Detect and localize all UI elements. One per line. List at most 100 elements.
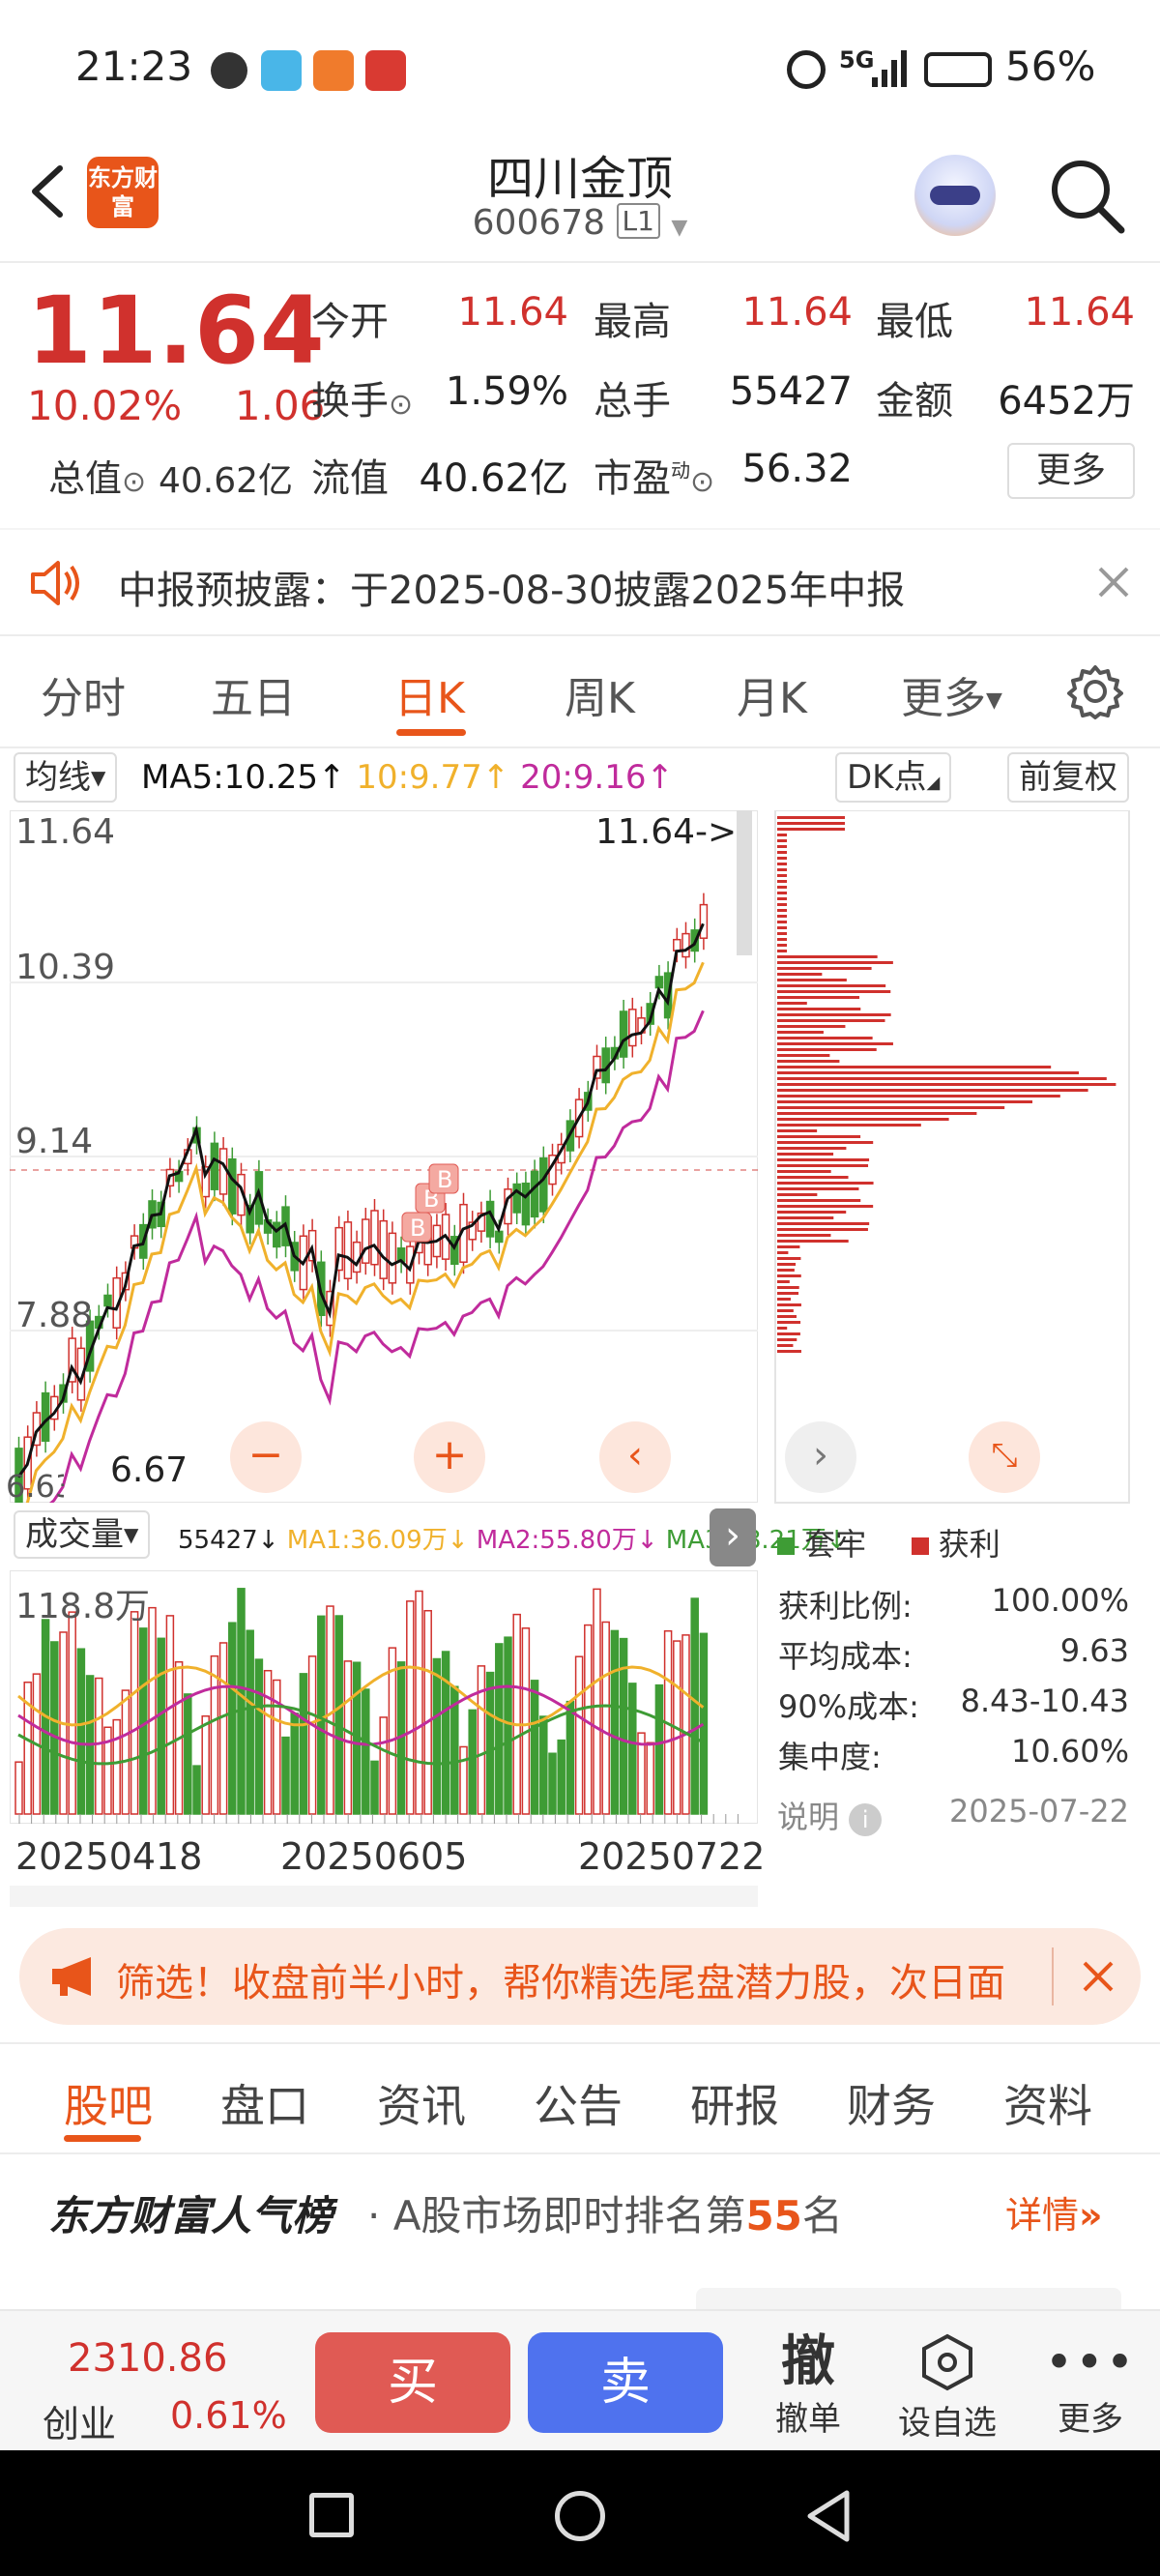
- expand-icon[interactable]: ⤡: [969, 1421, 1040, 1493]
- chip-bar: [777, 1008, 861, 1010]
- volume-bar: [539, 1715, 548, 1815]
- chip-bar: [777, 926, 787, 929]
- popularity-detail-link[interactable]: 详情»: [1005, 2185, 1103, 2239]
- chip-bar: [777, 961, 893, 964]
- open-value: 11.64: [457, 290, 568, 335]
- header-divider: [0, 261, 1160, 263]
- volume-bar: [14, 1761, 23, 1815]
- home-icon[interactable]: [555, 2491, 605, 2541]
- chip-note[interactable]: 说明 i: [777, 1793, 883, 1837]
- tab-intraday[interactable]: 分时: [41, 663, 126, 725]
- profit-ratio-label: 获利比例:: [778, 1588, 913, 1625]
- close-icon[interactable]: [1096, 565, 1131, 600]
- float-cap-label: 流值: [311, 456, 389, 501]
- chip-bar: [777, 1095, 1060, 1098]
- chip-bar: [777, 1187, 859, 1190]
- volume-bar: [201, 1714, 210, 1815]
- chip-bar: [777, 1245, 800, 1248]
- volume-bar: [246, 1629, 254, 1815]
- volume-bar: [192, 1765, 201, 1815]
- candle: [512, 1183, 521, 1214]
- tab-weekly-k[interactable]: 周K: [565, 663, 635, 725]
- tab-order-book[interactable]: 盘口: [220, 2071, 309, 2135]
- promo-banner[interactable]: 筛选！收盘前半小时，帮你精选尾盘潜力股，次日面: [19, 1928, 1141, 2025]
- volume-bar: [628, 1683, 637, 1815]
- search-icon[interactable]: [1046, 155, 1127, 236]
- ma-selector[interactable]: 均线▼: [14, 752, 118, 803]
- pe-value: 56.32: [741, 447, 853, 491]
- add-watchlist-button[interactable]: 设自选: [889, 2332, 1005, 2444]
- chevron-down-icon: ▼: [671, 216, 688, 240]
- quote-more-button[interactable]: 更多: [1007, 443, 1135, 499]
- vol-ma2-readout: MA2:55.80万↓: [476, 1526, 658, 1555]
- megaphone-icon: [52, 1957, 91, 1996]
- cost-90-value: 8.43-10.43: [960, 1683, 1129, 1719]
- date-label-2: 20250605: [280, 1835, 468, 1878]
- chip-bar: [777, 1199, 861, 1202]
- chip-bar: [777, 1251, 789, 1254]
- dk-point-button[interactable]: DK点◢: [835, 752, 952, 803]
- candle: [273, 1221, 281, 1248]
- bottom-active-indicator: [64, 2135, 141, 2142]
- candle: [619, 1010, 628, 1058]
- chip-bar: [777, 1280, 790, 1283]
- volume-bar: [281, 1736, 290, 1815]
- index-value[interactable]: 2310.86: [68, 2336, 227, 2381]
- candle: [682, 932, 690, 958]
- zoom-out-button[interactable]: −: [230, 1421, 302, 1493]
- volume-bar: [237, 1588, 246, 1815]
- amount-value: 6452万: [998, 379, 1135, 424]
- scroll-left-button[interactable]: ‹: [599, 1421, 671, 1493]
- chip-bar: [777, 938, 787, 941]
- tab-financials[interactable]: 财务: [847, 2071, 936, 2135]
- signal-5g-icon: 5G: [839, 46, 875, 73]
- back-icon[interactable]: [804, 2489, 853, 2543]
- chip-bar: [777, 921, 787, 923]
- chip-bar: [777, 1240, 849, 1243]
- chip-bar: [777, 1083, 1116, 1086]
- profit-ratio-value: 100.00%: [991, 1582, 1129, 1619]
- concentration-label: 集中度:: [778, 1739, 882, 1775]
- tab-guba[interactable]: 股吧: [64, 2071, 153, 2135]
- adjust-button[interactable]: 前复权: [1007, 752, 1129, 803]
- tab-news[interactable]: 资讯: [377, 2071, 466, 2135]
- candle: [103, 1294, 112, 1307]
- trade-more-button[interactable]: ••• 更多: [1032, 2332, 1148, 2440]
- volume-bar: [646, 1742, 654, 1815]
- kline-chart[interactable]: BBB: [10, 810, 758, 1503]
- tab-research[interactable]: 研报: [690, 2071, 779, 2135]
- chip-bar: [777, 1129, 818, 1132]
- robot-assistant-avatar[interactable]: [914, 155, 996, 236]
- gear-icon[interactable]: [1067, 663, 1123, 719]
- chip-bar: [777, 979, 847, 981]
- tab-five-day[interactable]: 五日: [211, 663, 296, 725]
- chip-bar: [777, 1292, 799, 1295]
- chevron-right-button[interactable]: ›: [785, 1421, 856, 1493]
- candle: [379, 1219, 388, 1279]
- chip-bar: [777, 1315, 797, 1318]
- cancel-order-button[interactable]: 撤 撤单: [750, 2332, 866, 2440]
- tab-daily-k[interactable]: 日K: [394, 663, 465, 725]
- notice-bar[interactable]: 中报预披露：于2025-08-30披露2025年中报: [0, 530, 1160, 636]
- volume-selector[interactable]: 成交量▼: [14, 1510, 151, 1559]
- indicator-next-button[interactable]: ›: [710, 1508, 756, 1566]
- candle: [218, 1148, 228, 1195]
- ellipsis-icon: •••: [1044, 2334, 1137, 2390]
- high-label: 最高: [594, 300, 671, 344]
- buy-button[interactable]: 买: [315, 2332, 510, 2433]
- tab-announcements[interactable]: 公告: [534, 2071, 623, 2135]
- close-icon[interactable]: [1081, 1959, 1116, 1994]
- volume-bar: [334, 1615, 343, 1815]
- candle: [539, 1156, 548, 1213]
- chip-bar: [777, 1071, 1079, 1074]
- tab-more[interactable]: 更多▼: [901, 663, 1002, 725]
- date-label-1: 20250418: [15, 1835, 203, 1878]
- tab-profile[interactable]: 资料: [1003, 2071, 1092, 2135]
- sell-button[interactable]: 卖: [528, 2332, 723, 2433]
- tab-monthly-k[interactable]: 月K: [737, 663, 807, 725]
- chip-bar: [777, 1019, 885, 1022]
- volume-bar: [343, 1660, 353, 1815]
- zoom-in-button[interactable]: +: [414, 1421, 485, 1493]
- price-axis-label-4: 7.88: [15, 1296, 94, 1335]
- recents-icon[interactable]: [309, 2493, 354, 2537]
